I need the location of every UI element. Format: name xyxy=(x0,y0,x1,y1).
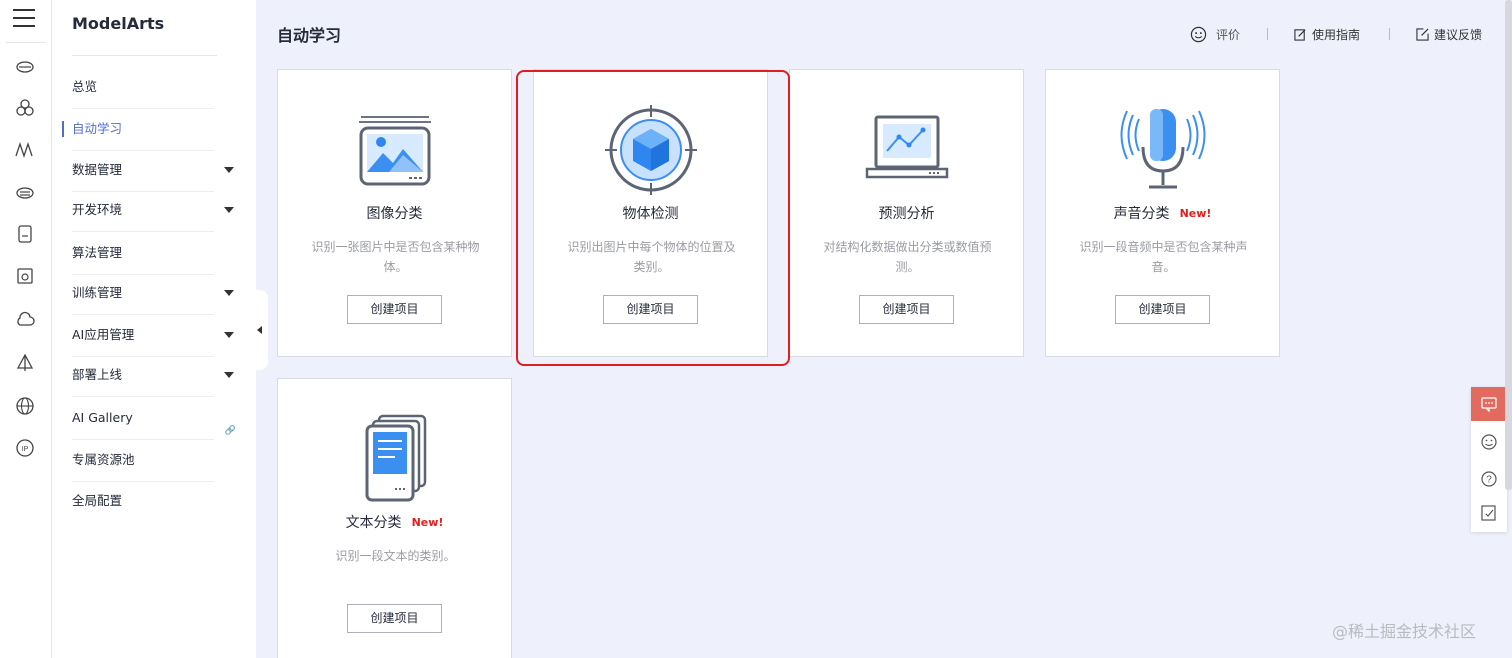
card-description: 识别一张图片中是否包含某种物体。 xyxy=(311,240,480,274)
edit-icon[interactable] xyxy=(1480,504,1498,522)
create-project-button[interactable]: 创建项目 xyxy=(347,295,442,324)
smile-icon xyxy=(1190,26,1207,43)
cloud-icon[interactable] xyxy=(15,56,35,76)
project-card[interactable]: 声音分类 New! 识别一段音频中是否包含某种声音。创建项目 xyxy=(1045,69,1280,357)
svg-text:IP: IP xyxy=(22,446,29,453)
help-icon[interactable]: ? xyxy=(1480,470,1498,488)
card-title-text: 文本分类 xyxy=(345,515,402,531)
card-description: 识别一段音频中是否包含某种声音。 xyxy=(1079,240,1248,274)
sidebar-nav: ModelArts 总览自动学习数据管理开发环境算法管理训练管理 AI应用管理 部署… xyxy=(52,0,256,658)
sidebar-collapse-button[interactable] xyxy=(252,290,268,370)
globe-icon[interactable] xyxy=(15,396,35,416)
feedback-icon xyxy=(1416,28,1429,41)
guide-label: 使用指南 xyxy=(1312,28,1361,42)
cloud-storage-icon[interactable] xyxy=(15,182,35,202)
text-classification-icon xyxy=(365,414,427,502)
new-badge: New! xyxy=(1179,207,1212,220)
sound-classification-icon xyxy=(1120,109,1206,189)
card-description: 对结构化数据做出分类或数值预测。 xyxy=(823,240,992,274)
card-title: 预测分析 xyxy=(790,203,1023,223)
feedback-link[interactable]: 建议反馈 xyxy=(1416,26,1482,43)
sidebar-item[interactable]: AI Gallery 🔗 xyxy=(52,398,248,438)
feedback-label: 建议反馈 xyxy=(1434,28,1483,42)
chat-icon xyxy=(1481,397,1497,413)
sidebar-item[interactable]: 全局配置 xyxy=(52,481,248,521)
sidebar-item-label: 专属资源池 xyxy=(72,452,135,467)
brand-divider xyxy=(72,55,217,56)
brand-title: ModelArts xyxy=(72,14,165,33)
chat-button[interactable] xyxy=(1471,387,1507,421)
create-project-button[interactable]: 创建项目 xyxy=(859,295,954,324)
card-title: 文本分类 New! xyxy=(278,512,511,532)
sidebar-item-label: 开发环境 xyxy=(72,202,123,217)
device-icon[interactable] xyxy=(15,224,35,244)
create-project-button[interactable]: 创建项目 xyxy=(1115,295,1210,324)
svg-text:?: ? xyxy=(1486,475,1492,486)
sidebar-item-label: 数据管理 xyxy=(72,162,123,177)
sidebar-item[interactable]: 自动学习 xyxy=(52,109,248,149)
sidebar-item[interactable]: 训练管理 xyxy=(52,273,248,313)
wave-icon[interactable] xyxy=(15,140,35,160)
rate-link[interactable]: 评价 xyxy=(1190,26,1240,43)
header-divider xyxy=(1267,28,1268,40)
cluster-icon[interactable] xyxy=(15,98,35,118)
selection-highlight xyxy=(516,70,790,366)
sidebar-item-label: 算法管理 xyxy=(72,245,123,260)
rate-label: 评价 xyxy=(1216,28,1241,42)
sidebar-item[interactable]: 部署上线 xyxy=(52,355,248,395)
card-title-text: 预测分析 xyxy=(878,206,935,222)
caret-down-icon xyxy=(224,372,234,378)
sidebar-item-label: AI应用管理 xyxy=(72,327,135,342)
sidebar-item-label: 部署上线 xyxy=(72,367,123,382)
caret-down-icon xyxy=(224,332,234,338)
sidebar-item-label: 总览 xyxy=(72,79,98,94)
caret-down-icon xyxy=(224,207,234,213)
sidebar-item-label: 全局配置 xyxy=(72,493,123,508)
sidebar-item[interactable]: 算法管理 xyxy=(52,233,248,273)
sail-icon[interactable] xyxy=(15,353,35,373)
ip-icon[interactable]: IP xyxy=(15,438,35,458)
card-title-text: 图像分类 xyxy=(366,206,423,222)
caret-down-icon xyxy=(224,290,234,296)
float-toolbar: ? xyxy=(1471,387,1507,532)
box-icon[interactable] xyxy=(15,266,35,286)
sidebar-item[interactable]: AI应用管理 xyxy=(52,315,248,355)
scrollbar[interactable] xyxy=(1505,0,1512,490)
cloud-outline-icon[interactable] xyxy=(15,310,35,330)
header-divider xyxy=(1389,28,1390,40)
page-title: 自动学习 xyxy=(277,26,342,45)
card-title-text: 声音分类 xyxy=(1113,206,1170,222)
sidebar-item[interactable]: 数据管理 xyxy=(52,150,248,190)
sidebar-item[interactable]: 专属资源池 xyxy=(52,440,248,480)
sidebar-divider xyxy=(72,231,214,232)
sidebar-item-label: 训练管理 xyxy=(72,285,123,300)
menu-icon[interactable] xyxy=(13,9,35,29)
project-card[interactable]: 图像分类识别一张图片中是否包含某种物体。创建项目 xyxy=(277,69,512,357)
image-classification-icon xyxy=(359,116,431,186)
sidebar-divider xyxy=(72,396,214,397)
create-project-button[interactable]: 创建项目 xyxy=(347,604,442,633)
guide-link[interactable]: 使用指南 xyxy=(1294,26,1360,43)
sidebar-item[interactable]: 总览 xyxy=(52,67,248,107)
sidebar-item-label: 自动学习 xyxy=(72,121,123,136)
project-card[interactable]: 文本分类 New! 识别一段文本的类别。创建项目 xyxy=(277,378,512,658)
chevron-left-icon xyxy=(257,326,262,334)
new-badge: New! xyxy=(411,516,444,529)
sidebar-item[interactable]: 开发环境 xyxy=(52,190,248,230)
prediction-analysis-icon xyxy=(865,115,949,179)
watermark: @稀土掘金技术社区 xyxy=(1332,622,1477,641)
caret-down-icon xyxy=(224,167,234,173)
card-title: 图像分类 xyxy=(278,203,511,223)
icon-rail: IP xyxy=(0,0,52,658)
rail-divider xyxy=(6,42,46,43)
sidebar-item-label: AI Gallery xyxy=(72,410,133,425)
guide-icon xyxy=(1294,29,1306,41)
card-title: 声音分类 New! xyxy=(1046,203,1279,223)
smile-icon[interactable] xyxy=(1480,433,1498,451)
card-description: 识别一段文本的类别。 xyxy=(335,549,456,563)
project-card[interactable]: 预测分析对结构化数据做出分类或数值预测。创建项目 xyxy=(789,69,1024,357)
